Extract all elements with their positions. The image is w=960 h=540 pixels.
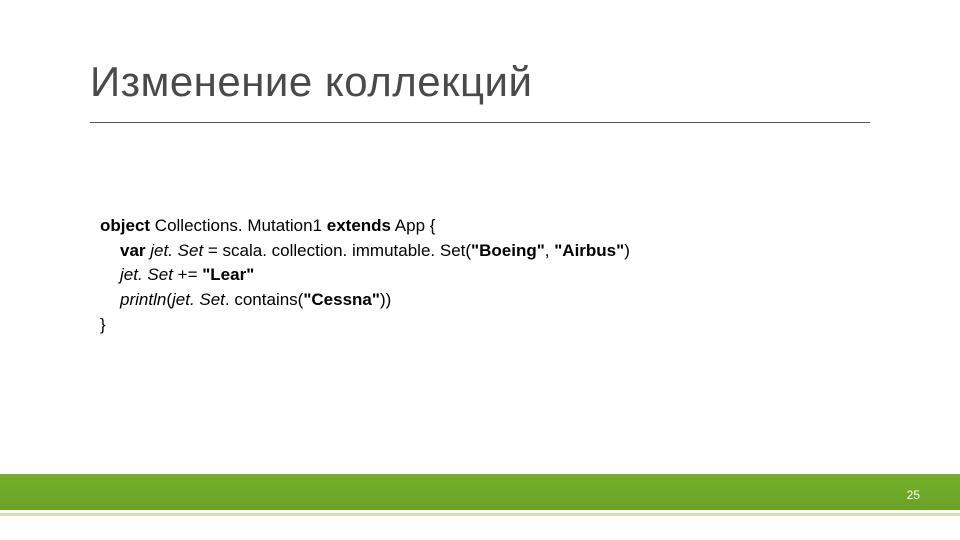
code-ident: println [120, 290, 166, 309]
keyword-object: object [100, 216, 150, 235]
page-number: 25 [907, 488, 920, 502]
string-literal: "Cessna" [303, 290, 380, 309]
code-block: object Collections. Mutation1 extends Ap… [100, 214, 630, 337]
slide-title: Изменение коллекций [90, 58, 532, 106]
code-text: . contains( [225, 290, 303, 309]
string-literal: "Boeing" [471, 241, 545, 260]
code-text: Collections. Mutation1 [150, 216, 327, 235]
title-underline [90, 122, 870, 123]
code-ident: jet. Set [120, 265, 178, 284]
string-literal: "Lear" [202, 265, 254, 284]
slide: Изменение коллекций object Collections. … [0, 0, 960, 540]
code-text: += [178, 265, 203, 284]
code-line-4: println(jet. Set. contains("Cessna")) [100, 288, 630, 313]
footer-accent [0, 513, 960, 516]
string-literal: "Airbus" [554, 241, 624, 260]
code-ident: jet. Set [146, 241, 204, 260]
footer-bar [0, 474, 960, 510]
code-text: App { [391, 216, 435, 235]
keyword-extends: extends [327, 216, 391, 235]
keyword-var: var [120, 241, 146, 260]
code-text: )) [380, 290, 391, 309]
code-text: ) [624, 241, 630, 260]
code-text: = scala. collection. immutable. Set( [203, 241, 471, 260]
code-ident: jet. Set [172, 290, 225, 309]
code-line-2: var jet. Set = scala. collection. immuta… [100, 239, 630, 264]
code-line-5: } [100, 313, 630, 338]
code-line-1: object Collections. Mutation1 extends Ap… [100, 214, 630, 239]
code-line-3: jet. Set += "Lear" [100, 263, 630, 288]
code-text: , [545, 241, 554, 260]
